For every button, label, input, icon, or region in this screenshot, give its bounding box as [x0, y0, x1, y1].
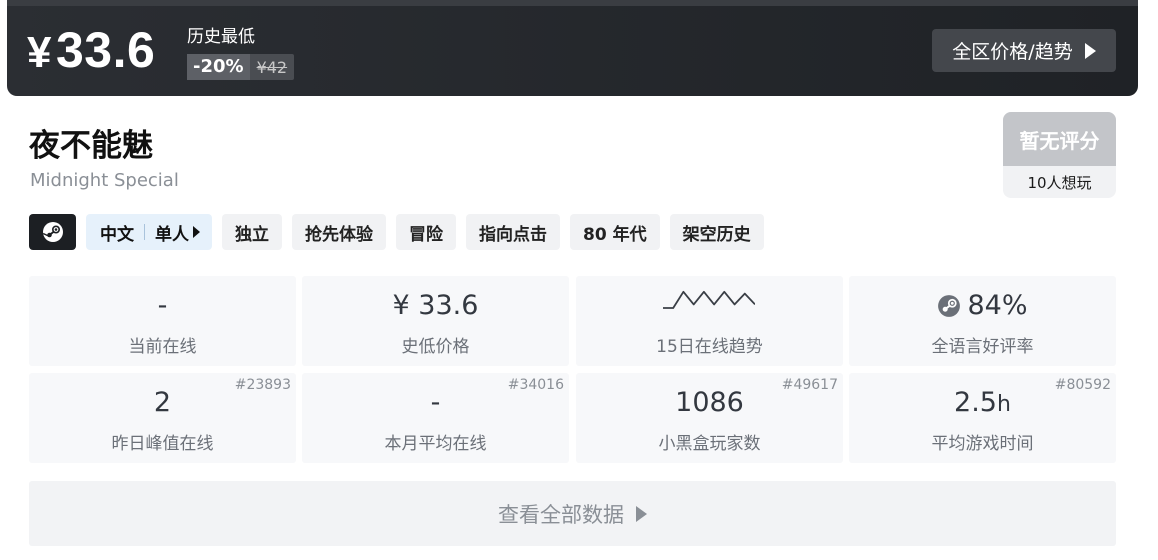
- view-all-label: 查看全部数据: [498, 502, 624, 527]
- players-label: 单人: [155, 224, 189, 245]
- stat-label: 当前在线: [128, 337, 197, 357]
- expand-arrow-icon: [193, 226, 200, 238]
- stat-heybox-players: #49617 1086 小黑盒玩家数: [576, 373, 843, 463]
- view-all-data-button[interactable]: 查看全部数据: [29, 481, 1116, 546]
- play-arrow-icon: [636, 505, 647, 522]
- tags-row: 中文 单人 独立 抢先体验 冒险 指向点击 80 年代 架空历史: [29, 214, 764, 250]
- rating-box[interactable]: 暂无评分 10人想玩: [1003, 112, 1116, 198]
- stat-value: -: [430, 387, 441, 418]
- divider: [144, 224, 145, 240]
- stat-value: 1086: [675, 387, 744, 418]
- stat-lowest-price: ¥ 33.6 史低价格: [302, 276, 569, 366]
- original-price: ¥42: [256, 57, 288, 77]
- historical-low-label: 历史最低: [187, 27, 255, 47]
- steam-icon: [42, 222, 63, 242]
- stat-monthly-average: #34016 - 本月平均在线: [302, 373, 569, 463]
- stat-average-playtime: #80592 2.5h 平均游戏时间: [849, 373, 1116, 463]
- tag-chip[interactable]: 80 年代: [570, 214, 660, 250]
- game-title: 夜不能魅: [29, 128, 153, 164]
- current-price: ¥33.6: [27, 22, 156, 78]
- online-trend-sparkline: [663, 290, 755, 309]
- language-label: 中文: [100, 224, 134, 245]
- stat-label: 全语言好评率: [931, 337, 1034, 357]
- price-banner: ¥33.6 历史最低 -20% ¥42 全区价格/趋势: [7, 0, 1138, 96]
- play-arrow-icon: [1084, 42, 1096, 59]
- stat-label: 本月平均在线: [384, 434, 487, 454]
- stat-current-online: - 当前在线: [29, 276, 296, 366]
- stat-label: 小黑盒玩家数: [658, 434, 761, 454]
- wishlist-count: 10人想玩: [1027, 173, 1092, 192]
- stat-online-trend[interactable]: 15日在线趋势: [576, 276, 843, 366]
- stat-label: 平均游戏时间: [931, 434, 1034, 454]
- playtime-unit: h: [997, 392, 1011, 417]
- positive-rate-value: 84%: [967, 290, 1028, 321]
- discount-percent: -20%: [187, 54, 250, 80]
- discount-badge: -20% ¥42: [187, 54, 295, 80]
- playtime-number: 2.5: [954, 387, 997, 418]
- stat-label: 15日在线趋势: [656, 337, 763, 357]
- region-price-button[interactable]: 全区价格/趋势: [932, 29, 1116, 72]
- rating-score: 暂无评分: [1003, 112, 1116, 166]
- steam-icon: [938, 294, 961, 317]
- stat-value: ¥ 33.6: [392, 290, 479, 321]
- region-price-label: 全区价格/趋势: [952, 41, 1073, 63]
- stat-yesterday-peak: #23893 2 昨日峰值在线: [29, 373, 296, 463]
- tag-chip[interactable]: 架空历史: [669, 214, 764, 250]
- stat-value: -: [157, 290, 168, 321]
- stat-value: 2: [153, 387, 172, 418]
- stat-label: 昨日峰值在线: [111, 434, 214, 454]
- stat-positive-rate: 84% 全语言好评率: [849, 276, 1116, 366]
- tag-chip[interactable]: 指向点击: [466, 214, 560, 250]
- sparkline-line: [663, 290, 755, 309]
- stat-value: 2.5h: [849, 387, 1116, 418]
- stat-value-with-icon: 84%: [849, 290, 1116, 321]
- game-subtitle: Midnight Special: [30, 170, 179, 191]
- tag-chip[interactable]: 冒险: [396, 214, 456, 250]
- tag-chip[interactable]: 独立: [222, 214, 282, 250]
- tag-chip[interactable]: 抢先体验: [292, 214, 386, 250]
- stat-label: 史低价格: [401, 337, 470, 357]
- steam-platform-chip[interactable]: [29, 214, 76, 250]
- language-players-chip[interactable]: 中文 单人: [86, 214, 212, 250]
